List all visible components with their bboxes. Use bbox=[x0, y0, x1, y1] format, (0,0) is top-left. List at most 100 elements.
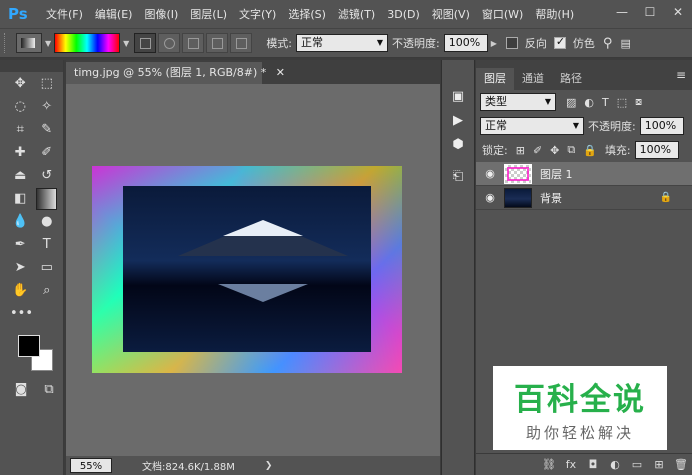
linear-gradient-button[interactable] bbox=[134, 33, 157, 53]
foreground-color[interactable] bbox=[18, 335, 40, 357]
type-tool-icon[interactable]: T bbox=[37, 234, 58, 256]
reflected-gradient-button[interactable] bbox=[206, 33, 229, 53]
document-info[interactable]: 文档:824.6K/1.88M bbox=[142, 458, 235, 473]
lock-artboard-icon[interactable]: ⧉ bbox=[567, 143, 575, 157]
mode-select[interactable]: 正常 ▼ bbox=[296, 34, 389, 52]
tab-channels[interactable]: 通道 bbox=[514, 68, 552, 90]
more-tools-icon[interactable]: ••• bbox=[10, 303, 33, 325]
pen-tool-icon[interactable]: ✒ bbox=[10, 234, 31, 256]
crop-tool-icon[interactable]: ⌗ bbox=[10, 119, 31, 141]
opacity-input[interactable]: 100% bbox=[443, 34, 488, 52]
zoom-tool-icon[interactable]: ⌕ bbox=[37, 280, 58, 302]
visibility-eye-icon[interactable]: ◉ bbox=[476, 191, 504, 204]
hand-tool-icon[interactable]: ✋ bbox=[10, 280, 31, 302]
eyedropper-tool-icon[interactable]: ✎ bbox=[37, 119, 58, 141]
layer-opacity-input[interactable]: 100% bbox=[639, 117, 684, 135]
reverse-checkbox[interactable] bbox=[505, 37, 518, 49]
maximize-icon[interactable]: ☐ bbox=[636, 0, 664, 24]
filter-adjustment-icon[interactable]: ◐ bbox=[584, 96, 594, 109]
minimize-icon[interactable]: — bbox=[608, 0, 636, 24]
angle-gradient-button[interactable] bbox=[182, 33, 205, 53]
clone-stamp-tool-icon[interactable]: ⏏ bbox=[10, 165, 31, 187]
path-selection-tool-icon[interactable]: ➤ bbox=[10, 257, 31, 279]
zoom-field[interactable]: 55% bbox=[70, 458, 112, 473]
diamond-gradient-button[interactable] bbox=[230, 33, 253, 53]
chevron-right-icon[interactable]: ▶ bbox=[491, 39, 497, 48]
dither-checkbox[interactable] bbox=[553, 35, 566, 49]
layer-name[interactable]: 图层 1 bbox=[540, 166, 573, 182]
options-grip[interactable] bbox=[4, 33, 8, 53]
magic-wand-tool-icon[interactable]: ✧ bbox=[37, 96, 58, 118]
panel-menu-icon[interactable]: ≡ bbox=[676, 68, 686, 82]
menu-file[interactable]: 文件(F) bbox=[40, 6, 89, 22]
layer-style-icon[interactable]: fx bbox=[560, 458, 582, 471]
tab-paths[interactable]: 路径 bbox=[552, 68, 590, 90]
canvas-area[interactable] bbox=[66, 84, 440, 456]
fill-input[interactable]: 100% bbox=[634, 141, 679, 159]
blur-tool-icon[interactable]: 💧 bbox=[10, 211, 31, 233]
visibility-eye-icon[interactable]: ◉ bbox=[476, 167, 504, 180]
history-brush-tool-icon[interactable]: ↺ bbox=[37, 165, 58, 187]
actions-panel-icon[interactable]: ▶ bbox=[443, 110, 473, 132]
menu-type[interactable]: 文字(Y) bbox=[233, 6, 282, 22]
new-layer-icon[interactable]: ⊞ bbox=[648, 458, 670, 471]
menu-3d[interactable]: 3D(D) bbox=[381, 8, 426, 21]
document-image[interactable] bbox=[92, 166, 402, 373]
filter-shape-icon[interactable]: ⬚ bbox=[617, 96, 627, 109]
filter-type-icon[interactable]: T bbox=[602, 96, 609, 109]
filter-pixel-icon[interactable]: ▨ bbox=[566, 96, 576, 109]
healing-brush-tool-icon[interactable]: ✚ bbox=[10, 142, 31, 164]
search-icon[interactable]: ⚲ bbox=[603, 36, 613, 51]
filter-kind-select[interactable]: 类型 ▼ bbox=[480, 93, 556, 111]
dodge-tool-icon[interactable]: ● bbox=[37, 211, 58, 233]
adjustment-layer-icon[interactable]: ◐ bbox=[604, 458, 626, 471]
layer-name[interactable]: 背景 bbox=[540, 190, 562, 206]
document-tab[interactable]: timg.jpg @ 55% (图层 1, RGB/8#) * ✕ bbox=[66, 62, 285, 84]
snow-cap bbox=[223, 220, 303, 236]
quick-mask-icon[interactable]: ◙ bbox=[10, 379, 32, 401]
gradient-tool-preset-picker[interactable] bbox=[16, 33, 42, 53]
add-mask-icon[interactable]: ◘ bbox=[582, 458, 604, 471]
lock-position-icon[interactable]: ✥ bbox=[550, 144, 559, 157]
move-tool-icon[interactable]: ✥ bbox=[10, 73, 31, 95]
brush-tool-icon[interactable]: ✐ bbox=[37, 142, 58, 164]
history-panel-icon[interactable]: ▣ bbox=[443, 86, 473, 108]
rectangle-tool-icon[interactable]: ▭ bbox=[37, 257, 58, 279]
menu-layer[interactable]: 图层(L) bbox=[184, 6, 233, 22]
eraser-tool-icon[interactable]: ◧ bbox=[10, 188, 30, 210]
chevron-right-icon[interactable]: ❯ bbox=[265, 461, 273, 471]
lock-all-icon[interactable]: 🔒 bbox=[583, 144, 597, 157]
tab-layers[interactable]: 图层 bbox=[476, 68, 514, 90]
delete-layer-icon[interactable]: 🗑 bbox=[670, 458, 692, 471]
layer-row[interactable]: ◉ 背景 🔒 bbox=[476, 186, 692, 210]
workspace-icon[interactable]: ▤ bbox=[620, 37, 630, 50]
tools-panel-header[interactable] bbox=[0, 60, 63, 72]
menu-select[interactable]: 选择(S) bbox=[282, 6, 332, 22]
chevron-down-icon[interactable]: ▼ bbox=[123, 39, 129, 48]
filter-smart-object-icon[interactable]: ⧇ bbox=[635, 95, 642, 109]
lasso-tool-icon[interactable]: ◌ bbox=[10, 96, 31, 118]
gradient-editor-swatch[interactable] bbox=[54, 33, 121, 53]
layer-row[interactable]: ◉ 图层 1 bbox=[476, 162, 692, 186]
lock-pixels-icon[interactable]: ✐ bbox=[533, 144, 542, 157]
properties-panel-icon[interactable]: ⎗ bbox=[443, 166, 473, 188]
close-icon[interactable]: ✕ bbox=[276, 66, 285, 79]
screen-mode-icon[interactable]: ⧉ bbox=[38, 379, 60, 401]
lock-transparent-icon[interactable]: ⊞ bbox=[516, 144, 525, 157]
link-layers-icon[interactable]: ⛓ bbox=[538, 458, 560, 471]
menu-image[interactable]: 图像(I) bbox=[138, 6, 184, 22]
radial-gradient-button[interactable] bbox=[158, 33, 181, 53]
menu-edit[interactable]: 编辑(E) bbox=[89, 6, 139, 22]
menu-filter[interactable]: 滤镜(T) bbox=[332, 6, 381, 22]
marquee-tool-icon[interactable]: ⬚ bbox=[37, 73, 58, 95]
blend-mode-select[interactable]: 正常 ▼ bbox=[480, 117, 584, 135]
new-group-icon[interactable]: ▭ bbox=[626, 458, 648, 471]
3d-panel-icon[interactable]: ⬢ bbox=[443, 134, 473, 156]
menu-window[interactable]: 窗口(W) bbox=[476, 6, 529, 22]
menu-help[interactable]: 帮助(H) bbox=[529, 6, 580, 22]
gradient-tool-icon[interactable] bbox=[36, 188, 57, 210]
chevron-down-icon[interactable]: ▼ bbox=[45, 39, 51, 48]
mode-value: 正常 bbox=[301, 36, 324, 49]
close-icon[interactable]: ✕ bbox=[664, 0, 692, 24]
menu-view[interactable]: 视图(V) bbox=[426, 6, 476, 22]
